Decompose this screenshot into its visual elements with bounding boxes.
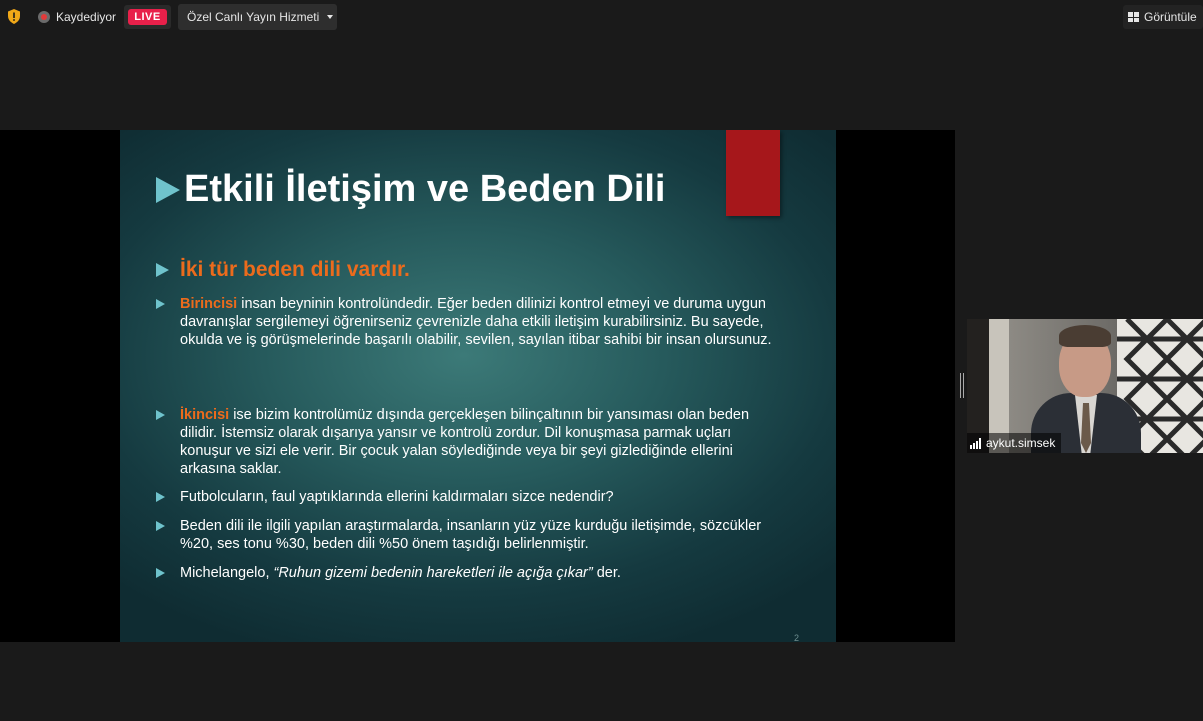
- bullet-highlight: Birincisi: [180, 296, 238, 312]
- recording-label: Kaydediyor: [56, 10, 117, 24]
- stream-service-label: Özel Canlı Yayın Hizmeti: [187, 10, 320, 24]
- slide-title: Etkili İletişim ve Beden Dili: [156, 168, 666, 211]
- participant-video-tile[interactable]: aykut.simsek: [967, 319, 1203, 453]
- bullet-text: Beden dili ile ilgili yapılan araştırmal…: [180, 518, 762, 552]
- meeting-toolbar: Kaydediyor LIVE Özel Canlı Yayın Hizmeti…: [0, 0, 1203, 34]
- grid-view-icon: [1128, 12, 1139, 22]
- shield-icon[interactable]: [7, 9, 21, 24]
- bullet-text: Futbolcuların, faul yaptıklarında elleri…: [180, 489, 614, 505]
- slide-decoration-block: [726, 130, 780, 216]
- recording-indicator[interactable]: Kaydediyor: [38, 8, 116, 26]
- bullet-text: insan beyninin kontrolündedir. Eğer bede…: [180, 296, 772, 348]
- shared-screen: Etkili İletişim ve Beden Dili İki tür be…: [0, 130, 955, 642]
- slide-subheading: İki tür beden dili vardır.: [156, 258, 410, 282]
- bullet-prefix: Michelangelo,: [180, 565, 274, 581]
- slide-bullet-2: İkincisi ise bizim kontrolümüz dışında g…: [156, 406, 776, 478]
- bullet-arrow-icon: [156, 492, 165, 502]
- bullet-quote: “Ruhun gizemi bedenin hareketleri ile aç…: [273, 565, 593, 581]
- bullet-highlight: İkincisi: [180, 407, 230, 423]
- participant-hair: [1059, 325, 1111, 347]
- slide-bullet-1: Birincisi insan beyninin kontrolündedir.…: [156, 295, 776, 349]
- live-badge[interactable]: LIVE: [124, 5, 171, 29]
- bullet-arrow-icon: [156, 410, 165, 420]
- bullet-text: ise bizim kontrolümüz dışında gerçekleşe…: [180, 407, 750, 477]
- presentation-slide: Etkili İletişim ve Beden Dili İki tür be…: [120, 130, 836, 642]
- slide-page-number: 2: [794, 633, 800, 642]
- bullet-suffix: der.: [592, 565, 621, 581]
- record-icon: [38, 11, 50, 23]
- bullet-arrow-icon: [156, 568, 165, 578]
- bullet-arrow-icon: [156, 299, 165, 309]
- view-button[interactable]: Görüntüle: [1123, 5, 1203, 29]
- live-label: LIVE: [128, 9, 167, 25]
- panel-resize-handle[interactable]: [960, 373, 964, 398]
- slide-bullet-3: Futbolcuların, faul yaptıklarında elleri…: [156, 488, 776, 506]
- slide-bullet-5: Michelangelo, “Ruhun gizemi bedenin hare…: [156, 564, 776, 582]
- view-label: Görüntüle: [1144, 10, 1197, 24]
- participant-name-bar: aykut.simsek: [967, 433, 1062, 453]
- bullet-arrow-icon: [156, 521, 165, 531]
- dropdown-caret-icon: [327, 15, 334, 19]
- slide-bullet-4: Beden dili ile ilgili yapılan araştırmal…: [156, 517, 776, 553]
- live-stream-service-dropdown[interactable]: Özel Canlı Yayın Hizmeti: [178, 4, 337, 30]
- subheading-arrow-icon: [156, 263, 169, 277]
- participant-name: aykut.simsek: [986, 436, 1056, 450]
- slide-title-text: Etkili İletişim ve Beden Dili: [184, 168, 666, 210]
- title-arrow-icon: [156, 176, 180, 203]
- signal-strength-icon: [970, 437, 981, 449]
- slide-subheading-text: İki tür beden dili vardır.: [180, 258, 410, 281]
